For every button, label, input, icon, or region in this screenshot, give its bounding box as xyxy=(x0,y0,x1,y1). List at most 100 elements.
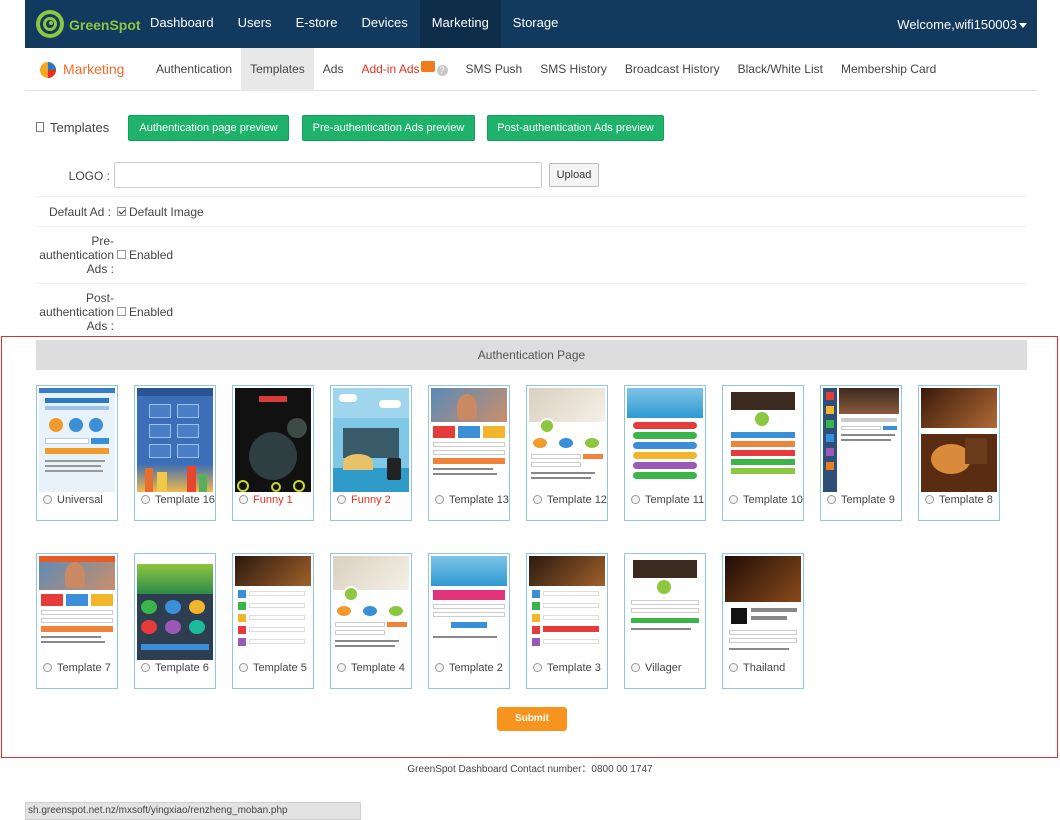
template-card[interactable]: Template 16 xyxy=(134,385,216,521)
template-thumbnail[interactable] xyxy=(529,388,605,492)
tab-black-white-list[interactable]: Black/White List xyxy=(729,48,832,91)
template-radio[interactable] xyxy=(239,663,248,672)
thumb-block xyxy=(532,602,540,610)
auth-page-preview-button[interactable]: Authentication page preview xyxy=(128,115,289,141)
template-radio[interactable] xyxy=(337,663,346,672)
greenspot-logo[interactable]: GreenSpot xyxy=(35,9,145,39)
thumb-block xyxy=(731,459,795,465)
template-thumbnail[interactable] xyxy=(39,556,115,660)
nav-item-storage[interactable]: Storage xyxy=(501,0,571,48)
thumb-block xyxy=(543,639,599,644)
thumb-header xyxy=(137,388,213,396)
template-thumbnail[interactable] xyxy=(725,388,801,492)
thumb-block xyxy=(237,480,249,492)
nav-item-devices[interactable]: Devices xyxy=(349,0,419,48)
thumb-block xyxy=(141,600,157,614)
template-thumbnail[interactable] xyxy=(627,388,703,492)
template-card[interactable]: Template 6 xyxy=(134,553,216,689)
template-thumbnail[interactable] xyxy=(137,388,213,492)
template-thumbnail[interactable] xyxy=(725,556,801,660)
template-radio[interactable] xyxy=(827,495,836,504)
tab-add-in-ads[interactable]: Add-in Ads? xyxy=(352,48,456,91)
tab-broadcast-history[interactable]: Broadcast History xyxy=(616,48,729,91)
pre-auth-ads-preview-button[interactable]: Pre-authentication Ads preview xyxy=(302,115,475,141)
template-thumbnail[interactable] xyxy=(529,556,605,660)
upload-button[interactable]: Upload xyxy=(549,163,599,187)
template-thumbnail[interactable] xyxy=(235,556,311,660)
thumb-block xyxy=(483,426,505,438)
template-radio[interactable] xyxy=(43,495,52,504)
template-radio[interactable] xyxy=(43,663,52,672)
template-card[interactable]: Template 5 xyxy=(232,553,314,689)
thumb-block xyxy=(433,604,505,609)
template-thumbnail[interactable] xyxy=(235,388,311,492)
template-thumbnail[interactable] xyxy=(823,388,899,492)
template-card[interactable]: Template 13 xyxy=(428,385,510,521)
template-thumbnail[interactable] xyxy=(431,388,507,492)
thumb-block xyxy=(841,418,897,422)
user-menu[interactable]: Welcome,wifi150003 xyxy=(897,0,1027,48)
tab-sms-push[interactable]: SMS Push xyxy=(457,48,532,91)
template-radio[interactable] xyxy=(533,663,542,672)
thumb-block xyxy=(343,428,399,458)
thumb-photo xyxy=(137,564,213,594)
template-card[interactable]: Funny 1 xyxy=(232,385,314,521)
template-card[interactable]: Thailand xyxy=(722,553,804,689)
template-label: Villager xyxy=(645,662,682,674)
tab-sms-history[interactable]: SMS History xyxy=(531,48,616,91)
template-card[interactable]: Template 12 xyxy=(526,385,608,521)
template-card[interactable]: Funny 2 xyxy=(330,385,412,521)
template-card[interactable]: Template 8 xyxy=(918,385,1000,521)
default-image-checkbox[interactable] xyxy=(117,207,126,216)
thumb-block xyxy=(259,396,287,402)
template-card[interactable]: Template 7 xyxy=(36,553,118,689)
tab-authentication[interactable]: Authentication xyxy=(147,48,241,91)
template-radio[interactable] xyxy=(435,663,444,672)
template-thumbnail[interactable] xyxy=(431,556,507,660)
template-radio[interactable] xyxy=(141,495,150,504)
template-thumbnail[interactable] xyxy=(137,556,213,660)
welcome-text: Welcome,wifi150003 xyxy=(897,17,1017,32)
tab-membership-card[interactable]: Membership Card xyxy=(832,48,945,91)
pre-auth-enabled-checkbox[interactable] xyxy=(117,250,126,259)
template-card[interactable]: Template 9 xyxy=(820,385,902,521)
post-auth-enabled-checkbox[interactable] xyxy=(117,307,126,316)
template-radio[interactable] xyxy=(141,663,150,672)
template-card[interactable]: Template 10 xyxy=(722,385,804,521)
nav-item-users[interactable]: Users xyxy=(226,0,284,48)
post-auth-ads-preview-button[interactable]: Post-authentication Ads preview xyxy=(487,115,664,141)
template-thumbnail[interactable] xyxy=(333,556,409,660)
template-radio[interactable] xyxy=(729,663,738,672)
tab-ads[interactable]: Ads xyxy=(314,48,353,91)
template-radio[interactable] xyxy=(729,495,738,504)
nav-item-marketing[interactable]: Marketing xyxy=(419,0,501,48)
template-card[interactable]: Villager xyxy=(624,553,706,689)
template-thumbnail[interactable] xyxy=(921,388,997,492)
template-radio[interactable] xyxy=(239,495,248,504)
template-label: Template 3 xyxy=(547,662,601,674)
thumb-block xyxy=(137,556,213,564)
template-thumbnail[interactable] xyxy=(627,556,703,660)
template-radio[interactable] xyxy=(925,495,934,504)
thumb-block xyxy=(826,462,834,470)
template-radio[interactable] xyxy=(435,495,444,504)
template-radio[interactable] xyxy=(533,495,542,504)
template-label: Template 5 xyxy=(253,662,307,674)
logo-input[interactable] xyxy=(114,162,542,188)
submit-button[interactable]: Submit xyxy=(497,707,567,731)
template-card[interactable]: Template 11 xyxy=(624,385,706,521)
template-thumbnail[interactable] xyxy=(39,388,115,492)
thumb-block xyxy=(66,594,88,606)
template-card[interactable]: Universal xyxy=(36,385,118,521)
template-radio[interactable] xyxy=(631,495,640,504)
template-card[interactable]: Template 3 xyxy=(526,553,608,689)
template-card[interactable]: Template 2 xyxy=(428,553,510,689)
template-thumbnail[interactable] xyxy=(333,388,409,492)
nav-item-dashboard[interactable]: Dashboard xyxy=(138,0,226,48)
tab-templates[interactable]: Templates xyxy=(241,48,314,91)
template-radio[interactable] xyxy=(337,495,346,504)
template-card[interactable]: Template 4 xyxy=(330,553,412,689)
help-icon[interactable]: ? xyxy=(436,65,448,76)
nav-item-e-store[interactable]: E-store xyxy=(284,0,350,48)
template-radio[interactable] xyxy=(631,663,640,672)
